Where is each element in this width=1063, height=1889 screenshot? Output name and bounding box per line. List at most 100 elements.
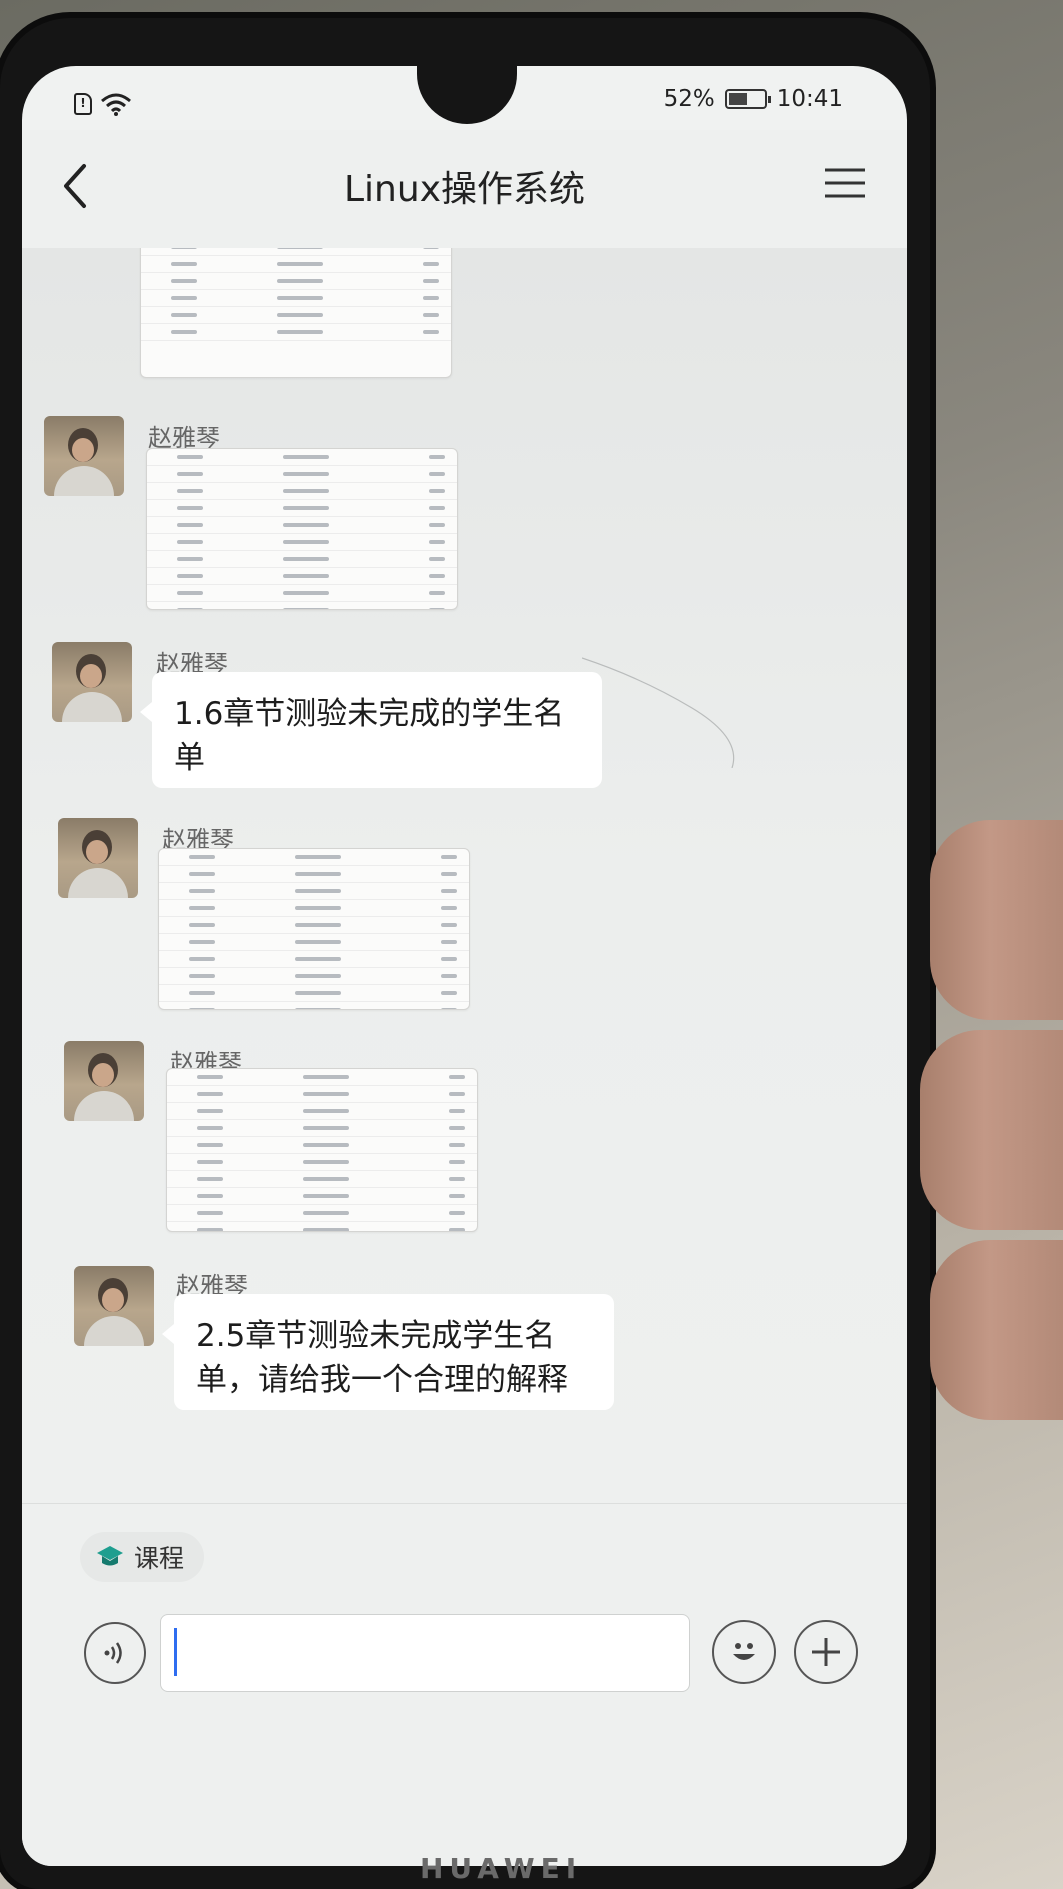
course-chip-label: 课程 [134, 1544, 185, 1573]
image-table-row [167, 1154, 477, 1171]
screen-crack [582, 657, 735, 768]
image-table-cell [303, 1177, 350, 1181]
image-table-cell [295, 940, 342, 944]
image-table-cell [277, 248, 324, 249]
plus-button[interactable] [794, 1620, 858, 1684]
avatar[interactable] [74, 1266, 154, 1346]
image-table-cell [277, 313, 324, 317]
image-table-cell [441, 991, 457, 995]
image-table-cell [295, 1008, 342, 1009]
image-table-cell [177, 489, 203, 493]
image-table-cell [283, 608, 330, 609]
finger [930, 820, 1063, 1020]
image-table-cell [303, 1194, 350, 1198]
image-table-row [147, 483, 457, 500]
image-table-cell [197, 1211, 223, 1215]
image-table-cell [277, 330, 324, 334]
voice-wave-icon [104, 1642, 122, 1664]
image-table-cell [303, 1126, 350, 1130]
image-table-row [147, 500, 457, 517]
image-table-cell [429, 523, 445, 527]
voice-button[interactable] [84, 1622, 146, 1684]
image-table-row [159, 1002, 469, 1009]
image-table-cell [189, 957, 215, 961]
image-table-cell [449, 1126, 465, 1130]
image-table-cell [429, 472, 445, 476]
image-table-row [167, 1086, 477, 1103]
image-table-cell [197, 1075, 223, 1079]
image-table-row [159, 985, 469, 1002]
image-table-cell [441, 906, 457, 910]
image-table-cell [177, 506, 203, 510]
image-table-cell [283, 506, 330, 510]
image-table-cell [441, 855, 457, 859]
image-table-row [147, 534, 457, 551]
image-table-cell [429, 574, 445, 578]
status-left: ! [74, 92, 132, 116]
avatar-face [86, 840, 108, 864]
avatar[interactable] [52, 642, 132, 722]
image-table-cell [197, 1177, 223, 1181]
phone-screen: ! 52% 10:41 Linux操作系统 赵雅琴 赵雅琴 1.6章节测验未完成… [22, 66, 907, 1866]
image-table-cell [429, 608, 445, 609]
hamburger-menu-icon[interactable] [823, 166, 867, 200]
text-message[interactable]: 2.5章节测验未完成学生名单，请给我一个合理的解释 [162, 1294, 614, 1410]
image-table-cell [277, 279, 324, 283]
avatar-body [54, 466, 114, 496]
image-table-cell [171, 262, 197, 266]
image-table-cell [189, 974, 215, 978]
image-table-cell [277, 296, 324, 300]
image-table-cell [283, 591, 330, 595]
avatar-face [72, 438, 94, 462]
image-table-row [167, 1103, 477, 1120]
image-message[interactable] [158, 848, 470, 1010]
image-table-cell [283, 574, 330, 578]
image-table-cell [303, 1160, 350, 1164]
image-table-cell [449, 1211, 465, 1215]
emoji-button[interactable] [712, 1620, 776, 1684]
course-chip[interactable]: 课程 [80, 1532, 205, 1582]
image-table-row [167, 1137, 477, 1154]
image-table-cell [171, 330, 197, 334]
image-table-cell [283, 540, 330, 544]
image-table-cell [441, 923, 457, 927]
image-table-cell [441, 1008, 457, 1009]
text-caret [174, 1628, 177, 1676]
text-message[interactable]: 1.6章节测验未完成的学生名单 [140, 672, 602, 788]
image-table-cell [303, 1228, 350, 1231]
image-table-cell [177, 557, 203, 561]
image-table-cell [423, 330, 439, 334]
image-message[interactable] [140, 248, 452, 378]
image-table-row [147, 551, 457, 568]
message-input[interactable] [160, 1614, 690, 1692]
image-table-cell [429, 557, 445, 561]
image-table-cell [177, 455, 203, 459]
image-table-row [141, 273, 451, 290]
image-table-cell [449, 1143, 465, 1147]
title-bar: Linux操作系统 [22, 130, 907, 248]
image-table-cell [423, 248, 439, 249]
image-table-row [147, 585, 457, 602]
image-table-row [141, 324, 451, 341]
image-table-row [167, 1205, 477, 1222]
image-message[interactable] [146, 448, 458, 610]
image-table-cell [197, 1194, 223, 1198]
image-table-cell [295, 855, 342, 859]
chat-area[interactable]: 赵雅琴 赵雅琴 1.6章节测验未完成的学生名单 赵雅琴 赵雅琴 赵雅琴 2.5章… [22, 248, 907, 1503]
avatar-face [102, 1288, 124, 1312]
image-table-row [147, 568, 457, 585]
image-table-row [147, 602, 457, 609]
avatar[interactable] [58, 818, 138, 898]
avatar[interactable] [64, 1041, 144, 1121]
image-message[interactable] [166, 1068, 478, 1232]
image-table-cell [171, 248, 197, 249]
plus-icon [812, 1638, 840, 1666]
avatar[interactable] [44, 416, 124, 496]
image-table-row [159, 849, 469, 866]
wifi-icon [101, 93, 131, 116]
image-table-cell [449, 1092, 465, 1096]
avatar-body [74, 1091, 134, 1121]
image-table-row [159, 917, 469, 934]
image-table-cell [449, 1194, 465, 1198]
avatar-body [68, 868, 128, 898]
